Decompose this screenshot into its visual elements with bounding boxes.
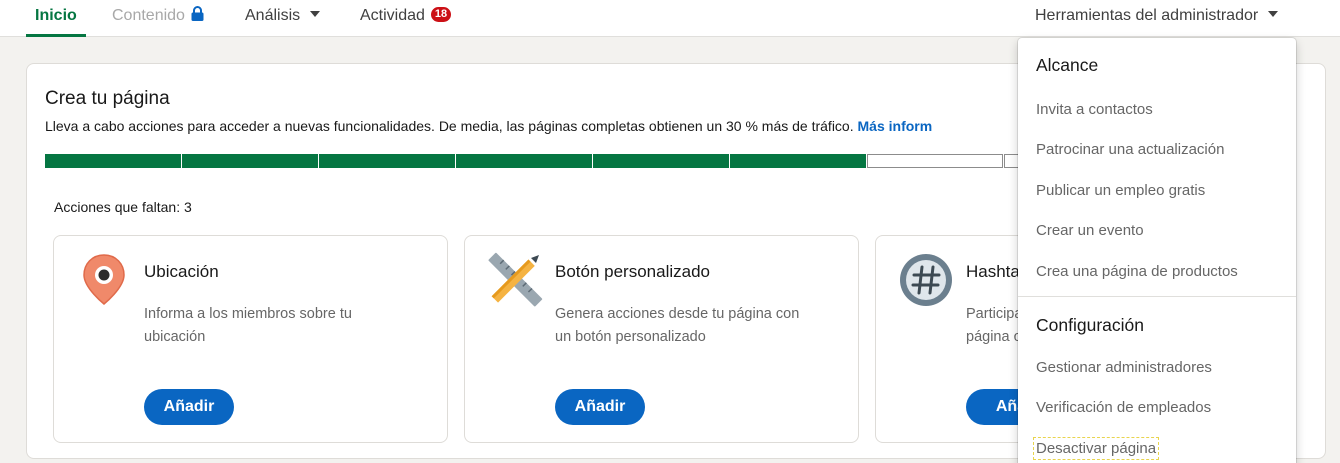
caret-down-icon	[1268, 11, 1279, 17]
progress-segment-complete	[182, 154, 318, 168]
menu-item-deactivate-page[interactable]: Desactivar página	[1032, 437, 1160, 460]
action-title: Hashta	[966, 262, 1020, 281]
progress-segment-complete	[593, 154, 729, 168]
card-subtitle-text: Lleva a cabo acciones para acceder a nue…	[45, 118, 854, 134]
action-card-custom-button: Botón personalizado Genera acciones desd…	[464, 235, 859, 443]
progress-segment-incomplete	[867, 154, 1003, 168]
action-description: Genera acciones desde tu página con un b…	[555, 306, 800, 345]
hashtag-icon	[898, 252, 954, 308]
card-subtitle: Lleva a cabo acciones para acceder a nue…	[45, 118, 932, 134]
tab-inicio-label: Inicio	[35, 7, 77, 24]
top-navigation: Inicio Contenido Análisis Actividad 18 He…	[0, 0, 1340, 37]
tab-analisis[interactable]: Análisis	[245, 0, 321, 37]
progress-segment-complete	[730, 154, 866, 168]
pencil-ruler-icon	[487, 252, 543, 308]
tab-actividad[interactable]: Actividad 18	[360, 0, 452, 37]
notification-badge: 18	[430, 7, 452, 22]
action-description: Participa página o	[966, 306, 1023, 345]
lock-icon	[191, 1, 204, 33]
progress-segment-complete	[319, 154, 455, 168]
admin-tools-dropdown[interactable]: Herramientas del administrador	[1035, 0, 1279, 37]
progress-segment-complete	[456, 154, 592, 168]
menu-item-create-event[interactable]: Crear un evento	[1036, 222, 1144, 239]
menu-item-sponsor-update[interactable]: Patrocinar una actualización	[1036, 141, 1224, 158]
add-location-button[interactable]: Añadir	[144, 389, 234, 425]
add-custom-button-button[interactable]: Añadir	[555, 389, 645, 425]
admin-tools-menu: Alcance Invita a contactos Patrocinar un…	[1018, 38, 1296, 463]
menu-item-manage-admins[interactable]: Gestionar administradores	[1036, 359, 1212, 376]
menu-item-product-page[interactable]: Crea una página de productos	[1036, 263, 1238, 280]
tab-inicio[interactable]: Inicio	[26, 0, 86, 37]
menu-item-employee-verification[interactable]: Verificación de empleados	[1036, 399, 1211, 416]
action-title: Ubicación	[144, 262, 219, 281]
menu-section-heading: Alcance	[1036, 55, 1099, 75]
admin-tools-label: Herramientas del administrador	[1035, 7, 1259, 24]
tab-contenido-label: Contenido	[112, 7, 185, 24]
tab-contenido[interactable]: Contenido	[112, 0, 204, 37]
tab-actividad-label: Actividad	[360, 7, 425, 24]
tab-analisis-label: Análisis	[245, 7, 301, 24]
caret-down-icon	[310, 11, 321, 17]
missing-actions-count: Acciones que faltan: 3	[54, 199, 192, 215]
location-pin-icon	[76, 252, 132, 308]
card-title: Crea tu página	[45, 88, 170, 109]
more-info-link[interactable]: Más inform	[858, 118, 933, 134]
menu-item-invite-contacts[interactable]: Invita a contactos	[1036, 101, 1153, 118]
menu-section-heading: Configuración	[1036, 315, 1144, 335]
menu-divider	[1018, 296, 1296, 297]
action-title: Botón personalizado	[555, 262, 711, 281]
action-card-location: Ubicación Informa a los miembros sobre t…	[53, 235, 448, 443]
menu-item-post-job[interactable]: Publicar un empleo gratis	[1036, 182, 1205, 199]
action-description: Informa a los miembros sobre tu ubicació…	[144, 306, 352, 345]
progress-segment-complete	[45, 154, 181, 168]
